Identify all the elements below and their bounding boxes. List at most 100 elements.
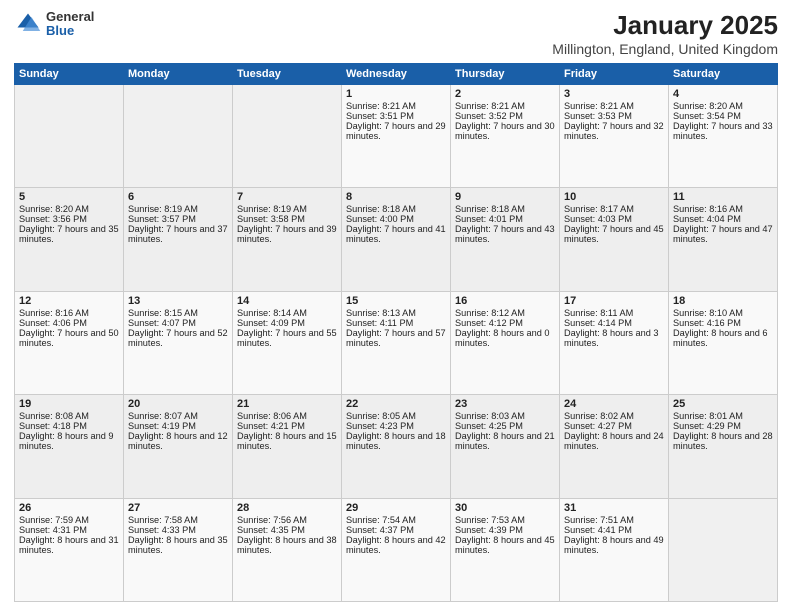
day-info: Sunset: 4:27 PM [564,421,664,431]
day-info: Sunrise: 8:17 AM [564,204,664,214]
day-number: 12 [19,295,119,307]
calendar-week-row: 26Sunrise: 7:59 AMSunset: 4:31 PMDayligh… [15,498,778,601]
logo-text: General Blue [46,10,94,39]
day-info: Daylight: 7 hours and 43 minutes. [455,224,555,244]
day-number: 7 [237,191,337,203]
calendar-table: SundayMondayTuesdayWednesdayThursdayFrid… [14,63,778,602]
day-number: 15 [346,295,446,307]
weekday-header: Sunday [15,64,124,85]
calendar-cell [15,85,124,188]
day-info: Sunrise: 8:06 AM [237,411,337,421]
day-info: Sunrise: 8:19 AM [128,204,228,214]
day-number: 9 [455,191,555,203]
day-info: Sunrise: 7:59 AM [19,515,119,525]
day-info: Sunset: 4:11 PM [346,318,446,328]
day-number: 22 [346,398,446,410]
day-info: Sunset: 4:41 PM [564,525,664,535]
calendar-week-row: 1Sunrise: 8:21 AMSunset: 3:51 PMDaylight… [15,85,778,188]
day-info: Sunrise: 8:13 AM [346,308,446,318]
calendar-cell: 21Sunrise: 8:06 AMSunset: 4:21 PMDayligh… [233,395,342,498]
day-info: Daylight: 8 hours and 18 minutes. [346,431,446,451]
calendar-title: January 2025 [552,10,778,41]
day-info: Sunrise: 8:12 AM [455,308,555,318]
day-info: Daylight: 7 hours and 37 minutes. [128,224,228,244]
day-info: Daylight: 7 hours and 30 minutes. [455,121,555,141]
calendar-cell: 4Sunrise: 8:20 AMSunset: 3:54 PMDaylight… [669,85,778,188]
day-info: Sunrise: 8:21 AM [564,101,664,111]
day-info: Sunrise: 8:15 AM [128,308,228,318]
day-info: Daylight: 7 hours and 55 minutes. [237,328,337,348]
calendar-cell: 3Sunrise: 8:21 AMSunset: 3:53 PMDaylight… [560,85,669,188]
day-number: 25 [673,398,773,410]
day-info: Sunrise: 8:14 AM [237,308,337,318]
day-info: Sunset: 4:12 PM [455,318,555,328]
day-info: Daylight: 7 hours and 52 minutes. [128,328,228,348]
day-info: Sunset: 4:00 PM [346,214,446,224]
page: General Blue January 2025 Millington, En… [0,0,792,612]
day-info: Daylight: 8 hours and 24 minutes. [564,431,664,451]
calendar-cell: 13Sunrise: 8:15 AMSunset: 4:07 PMDayligh… [124,291,233,394]
day-number: 26 [19,502,119,514]
day-info: Daylight: 8 hours and 31 minutes. [19,535,119,555]
calendar-week-row: 19Sunrise: 8:08 AMSunset: 4:18 PMDayligh… [15,395,778,498]
day-info: Sunrise: 8:05 AM [346,411,446,421]
calendar-cell: 9Sunrise: 8:18 AMSunset: 4:01 PMDaylight… [451,188,560,291]
day-info: Sunrise: 8:20 AM [19,204,119,214]
day-number: 28 [237,502,337,514]
day-info: Sunset: 4:39 PM [455,525,555,535]
calendar-cell: 8Sunrise: 8:18 AMSunset: 4:00 PMDaylight… [342,188,451,291]
day-info: Sunrise: 8:11 AM [564,308,664,318]
calendar-cell: 7Sunrise: 8:19 AMSunset: 3:58 PMDaylight… [233,188,342,291]
weekday-header: Friday [560,64,669,85]
day-info: Daylight: 7 hours and 47 minutes. [673,224,773,244]
calendar-week-row: 12Sunrise: 8:16 AMSunset: 4:06 PMDayligh… [15,291,778,394]
day-number: 18 [673,295,773,307]
day-number: 27 [128,502,228,514]
calendar-cell: 19Sunrise: 8:08 AMSunset: 4:18 PMDayligh… [15,395,124,498]
logo: General Blue [14,10,94,39]
day-info: Daylight: 8 hours and 0 minutes. [455,328,555,348]
calendar-cell [669,498,778,601]
day-info: Sunset: 4:14 PM [564,318,664,328]
day-info: Sunset: 4:19 PM [128,421,228,431]
day-number: 10 [564,191,664,203]
day-info: Sunrise: 8:21 AM [455,101,555,111]
day-info: Sunset: 4:06 PM [19,318,119,328]
day-info: Sunset: 4:33 PM [128,525,228,535]
calendar-subtitle: Millington, England, United Kingdom [552,41,778,57]
day-info: Daylight: 7 hours and 29 minutes. [346,121,446,141]
day-info: Sunrise: 8:18 AM [346,204,446,214]
day-number: 6 [128,191,228,203]
calendar-week-row: 5Sunrise: 8:20 AMSunset: 3:56 PMDaylight… [15,188,778,291]
day-info: Sunset: 3:53 PM [564,111,664,121]
day-info: Sunset: 3:52 PM [455,111,555,121]
weekday-header: Wednesday [342,64,451,85]
day-info: Sunrise: 7:58 AM [128,515,228,525]
day-number: 14 [237,295,337,307]
day-info: Sunrise: 8:07 AM [128,411,228,421]
day-number: 3 [564,88,664,100]
weekday-header: Tuesday [233,64,342,85]
day-info: Sunrise: 8:16 AM [673,204,773,214]
day-info: Sunrise: 7:51 AM [564,515,664,525]
calendar-cell: 28Sunrise: 7:56 AMSunset: 4:35 PMDayligh… [233,498,342,601]
weekday-row: SundayMondayTuesdayWednesdayThursdayFrid… [15,64,778,85]
calendar-header: SundayMondayTuesdayWednesdayThursdayFrid… [15,64,778,85]
day-info: Sunrise: 8:21 AM [346,101,446,111]
day-number: 16 [455,295,555,307]
calendar-cell: 18Sunrise: 8:10 AMSunset: 4:16 PMDayligh… [669,291,778,394]
day-number: 17 [564,295,664,307]
calendar-cell: 1Sunrise: 8:21 AMSunset: 3:51 PMDaylight… [342,85,451,188]
calendar-cell: 31Sunrise: 7:51 AMSunset: 4:41 PMDayligh… [560,498,669,601]
calendar-cell: 27Sunrise: 7:58 AMSunset: 4:33 PMDayligh… [124,498,233,601]
day-number: 20 [128,398,228,410]
logo-general: General [46,10,94,24]
day-info: Sunset: 4:07 PM [128,318,228,328]
calendar-cell: 2Sunrise: 8:21 AMSunset: 3:52 PMDaylight… [451,85,560,188]
day-info: Daylight: 7 hours and 45 minutes. [564,224,664,244]
calendar-cell [233,85,342,188]
day-info: Daylight: 8 hours and 45 minutes. [455,535,555,555]
day-info: Daylight: 8 hours and 35 minutes. [128,535,228,555]
day-info: Daylight: 7 hours and 33 minutes. [673,121,773,141]
calendar-cell [124,85,233,188]
